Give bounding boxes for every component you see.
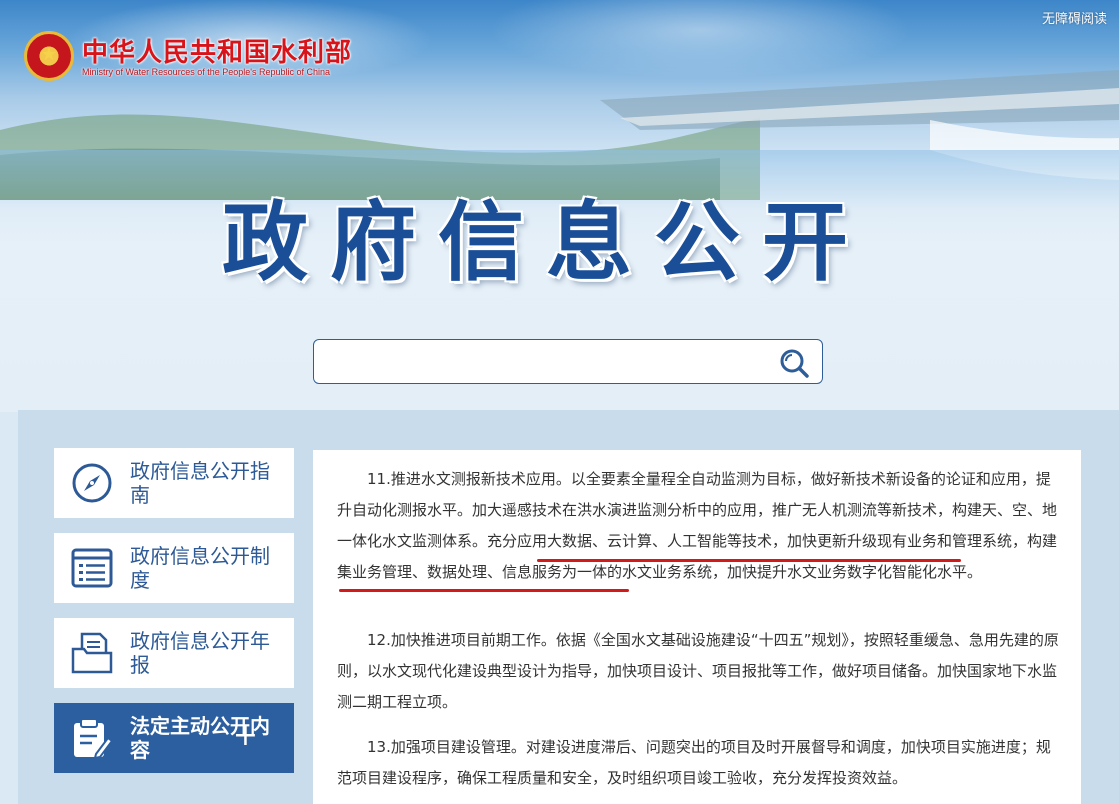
sidebar-item-statutory-content[interactable]: 法定主动公开内容 + [54,703,294,773]
sidebar-item-label: 政府信息公开年报 [130,629,270,677]
list-document-icon [71,548,113,588]
clipboard-edit-icon [74,718,114,760]
highlight-underline [537,559,961,562]
search-icon[interactable] [778,347,810,379]
page-title: 政府信息公开 [222,193,870,293]
sidebar-item-label: 政府信息公开制度 [130,544,270,592]
sidebar-item-label: 政府信息公开指南 [130,459,270,507]
main-panel: 政府信息公开指南 政府信息公开制度 政府信息公开年报 法定主动公开内容 + 11… [18,410,1119,804]
article-content: 11.推进水文测报新技术应用。以全要素全量程全自动监测为目标，做好新技术新设备的… [313,450,1081,804]
article-paragraph: 12.加快推进项目前期工作。依据《全国水文基础设施建设“十四五”规划》，按照轻重… [337,631,1059,711]
sidebar-item-annual-report[interactable]: 政府信息公开年报 [54,618,294,688]
compass-icon [72,463,112,503]
article-paragraph: 13.加强项目建设管理。对建设进度滞后、问题突出的项目及时开展督导和调度，加快项… [337,738,1051,787]
search-box [313,339,823,384]
accessibility-link[interactable]: 无障碍阅读 [1042,8,1107,27]
highlight-underline [339,589,629,592]
search-input[interactable] [326,348,770,378]
folder-document-icon [71,632,113,674]
article-paragraph: 11.推进水文测报新技术应用。以全要素全量程全自动监测为目标，做好新技术新设备的… [337,470,1058,581]
header-banner: ★ 中华人民共和国水利部 Ministry of Water Resources… [0,0,1119,412]
sidebar-item-system[interactable]: 政府信息公开制度 [54,533,294,603]
sidebar-item-guide[interactable]: 政府信息公开指南 [54,448,294,518]
national-emblem-icon: ★ [24,31,74,81]
expand-icon[interactable]: + [233,721,258,751]
ministry-name-en: Ministry of Water Resources of the Peopl… [82,67,330,77]
ministry-name-cn[interactable]: 中华人民共和国水利部 [82,32,352,69]
